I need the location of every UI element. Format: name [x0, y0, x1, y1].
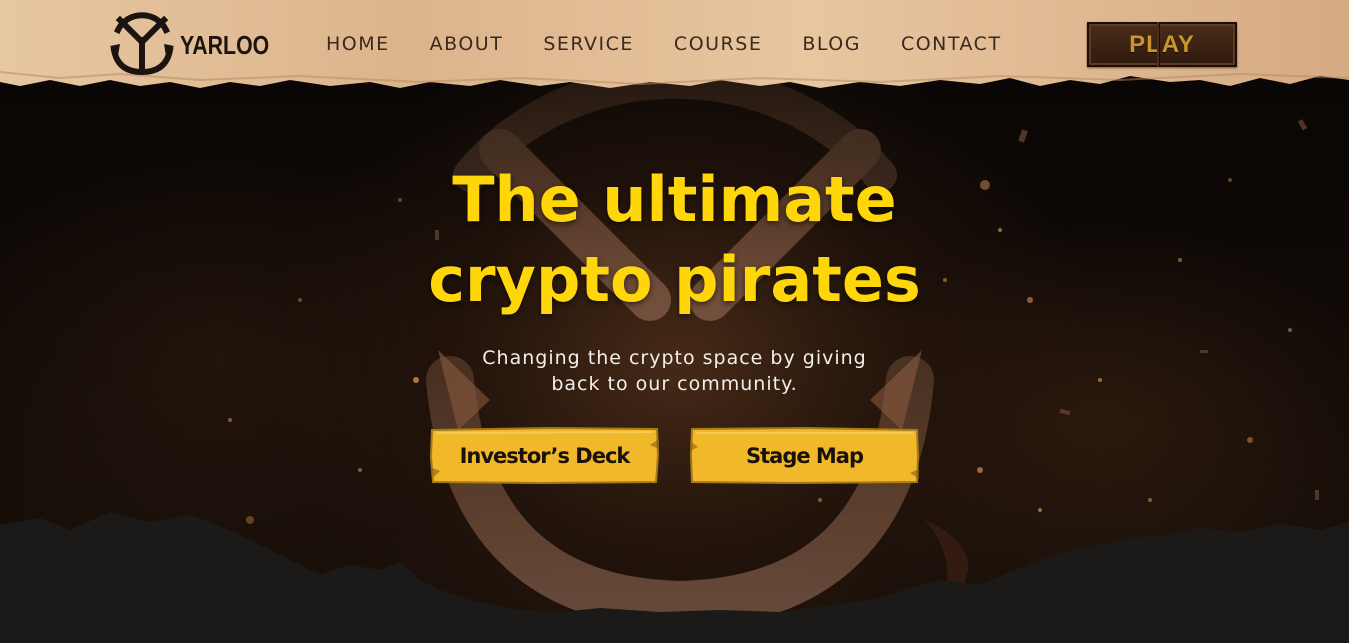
hero-subtitle: Changing the crypto space by giving back… [440, 345, 909, 397]
nav-item-contact[interactable]: CONTACT [901, 33, 1002, 55]
stage-map-label: Stage Map [745, 443, 864, 468]
brand-name: YARLOO [180, 29, 270, 60]
investors-deck-button[interactable]: Investor’s Deck [430, 427, 659, 484]
nav-item-about[interactable]: ABOUT [430, 33, 504, 55]
play-button[interactable]: PLAY [1087, 22, 1237, 67]
nav-item-service[interactable]: SERVICE [543, 33, 634, 55]
investors-deck-label: Investor’s Deck [459, 443, 631, 468]
anchor-y-logo-icon [110, 12, 174, 76]
brand-logo[interactable]: YARLOO [110, 10, 289, 80]
stage-map-button[interactable]: Stage Map [690, 427, 919, 484]
main-nav: HOME ABOUT SERVICE COURSE BLOG CONTACT [326, 33, 1002, 55]
hero-title-line-1: The ultimate [452, 163, 897, 236]
site-header: YARLOO HOME ABOUT SERVICE COURSE BLOG CO… [0, 0, 1349, 90]
hero-title-line-2: crypto pirates [428, 243, 921, 316]
nav-item-home[interactable]: HOME [326, 33, 390, 55]
hero-subtitle-line-1: Changing the crypto space by giving [482, 347, 867, 369]
nav-item-blog[interactable]: BLOG [802, 33, 861, 55]
play-button-label: PLAY [1129, 30, 1195, 58]
hero-title: The ultimate crypto pirates [300, 160, 1049, 320]
hero-subtitle-line-2: back to our community. [551, 373, 798, 395]
bottom-torn-edge [0, 512, 1349, 643]
page: YARLOO HOME ABOUT SERVICE COURSE BLOG CO… [0, 0, 1349, 643]
nav-item-course[interactable]: COURSE [674, 33, 762, 55]
